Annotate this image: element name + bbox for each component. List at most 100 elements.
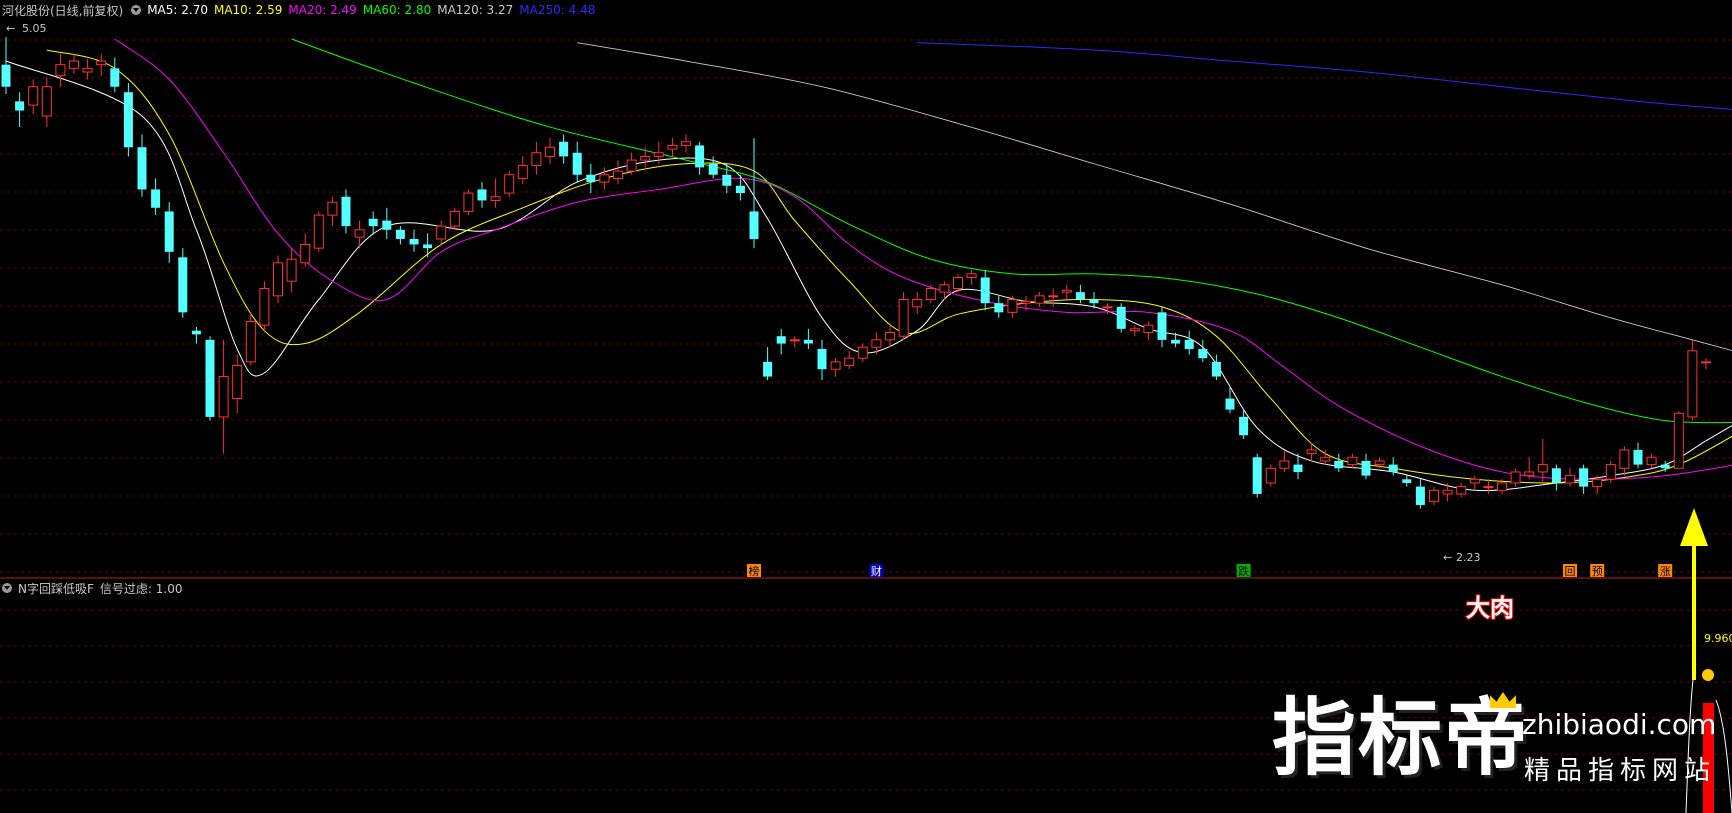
candle-body [953,276,963,289]
candle [436,220,447,245]
candle [1116,303,1126,333]
candle-body [1034,295,1045,304]
main-header: 河化股份(日线,前复权) MA5: 2.70 MA10: 2.59 MA20: … [0,0,601,20]
candle-body [912,299,923,308]
candle-body [15,101,25,111]
candle [1402,475,1412,487]
candle [559,134,569,164]
candle [1483,479,1494,494]
candle [1579,464,1589,494]
candle-body [259,287,270,326]
candle-body [55,64,66,77]
candle-body [531,152,542,167]
candle-body [572,152,582,175]
candle-body [245,321,256,363]
candle [517,156,528,184]
ma20-label: MA20: 2.49 [288,3,357,17]
candle-body [1388,464,1398,472]
candle-body [1646,456,1657,466]
watermark: 指标帝 zhibiaodi.com 精品指标网站 [1272,690,1732,813]
candle-body [830,361,841,370]
candle [137,134,147,197]
candle [96,53,107,76]
candle-body [559,141,569,157]
candle [789,336,800,348]
candle [803,328,813,350]
candle [15,92,25,128]
candle [123,83,133,157]
candle [749,138,759,249]
candle-body [1415,486,1425,505]
candle [545,138,555,164]
candle-body [599,174,610,183]
candle [1551,464,1561,491]
candle-body [69,60,79,69]
candle [82,59,93,80]
candle [626,152,637,175]
signal-marker-text: 财 [871,564,882,578]
ma5-label: MA5: 2.70 [147,3,208,17]
indicator-header: N字回踩低吸F 信号过虑: 1.00 [0,579,188,597]
candle-body [640,155,651,161]
candle-body [368,218,378,227]
candle-body [273,262,283,297]
candle-body [1565,475,1575,484]
candle [980,270,990,311]
candle [1034,292,1045,307]
candle [232,354,243,414]
dropdown-icon[interactable] [131,5,142,15]
candle-body [1537,464,1548,473]
candle-body [939,284,950,293]
candle-body [1320,456,1331,462]
indicator-name: N字回踩低吸F [18,581,94,596]
candle [572,141,582,183]
candle [681,134,691,153]
candle-body [490,196,501,201]
candle-body [1157,312,1167,340]
candle-body [1524,471,1535,477]
smile-icon [1702,669,1714,681]
candle-body [871,339,882,348]
candle-body [1456,486,1467,495]
candle [925,284,936,304]
candle [1537,438,1548,483]
candle [1673,411,1684,469]
candle [1048,288,1059,307]
ma5-line [5,60,1732,492]
candle-body [844,357,855,367]
candle-body [1116,306,1126,329]
candle-body [722,174,732,186]
candle-body [708,163,718,175]
candle-body [504,174,515,194]
candle-body [994,303,1004,313]
candle-body [545,146,555,157]
candle [1198,339,1208,362]
candle-body [1701,361,1711,364]
candle [449,207,460,230]
candle [1456,482,1467,498]
candle [245,312,256,366]
candle-body [164,211,174,252]
candle-body [1483,486,1494,489]
candle-body [1089,299,1099,304]
candle-body [898,299,909,337]
low-price-label: 2.23 [1456,551,1481,564]
candle [110,57,120,93]
candle-body [803,339,813,344]
candle [1306,442,1317,461]
candle-body [1048,295,1059,298]
candle-body [41,86,52,117]
candle-body [776,336,786,344]
candle [844,350,855,370]
candle-body [286,258,297,282]
candles[interactable] [1,37,1711,509]
candle-body [749,211,759,239]
indicator-dropdown-icon[interactable] [2,583,12,593]
candle-body [178,257,188,313]
signal-marker-text: 榜 [749,564,760,578]
candle [1524,457,1535,480]
candle [1565,468,1575,487]
candle-body [382,220,392,230]
candle-body [477,189,487,201]
candle [313,211,324,252]
